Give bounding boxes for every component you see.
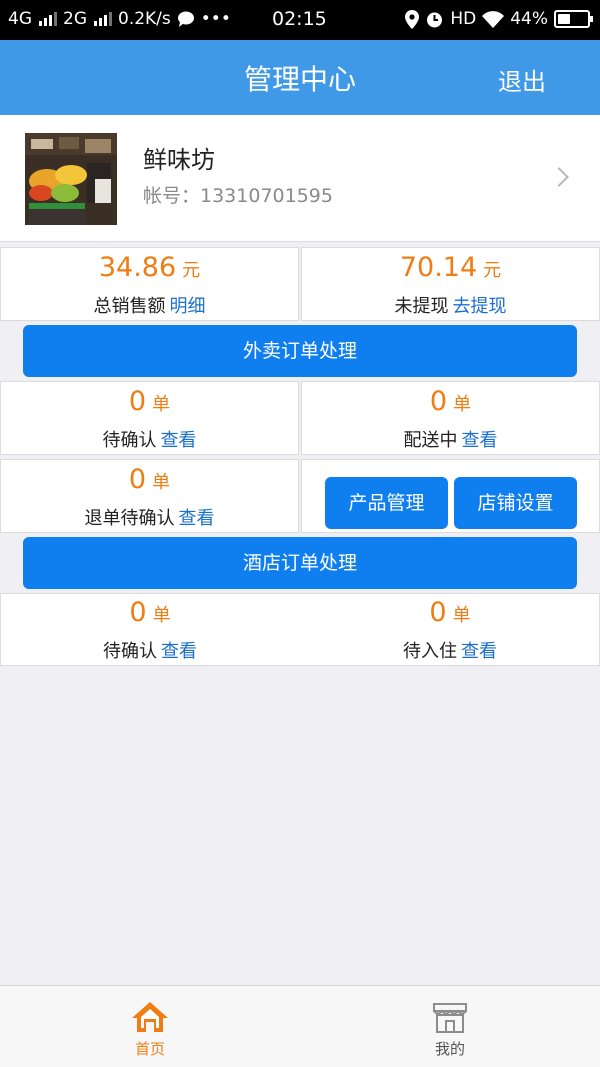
hotel-pending-checkin-label: 待入住 xyxy=(403,641,457,662)
hotel-pending-checkin-card: 0单 待入住 查看 xyxy=(300,593,600,666)
withdraw-link[interactable]: 去提现 xyxy=(453,296,507,317)
count-value: 0 xyxy=(129,597,147,628)
view-link[interactable]: 查看 xyxy=(179,508,215,529)
chat-bubble-icon xyxy=(177,11,194,27)
order-unit: 单 xyxy=(152,472,171,493)
view-link[interactable]: 查看 xyxy=(462,430,498,451)
signal-icon-2 xyxy=(94,12,112,26)
takeout-pending-confirm-count: 0单 xyxy=(1,386,298,417)
takeout-pending-confirm-label: 待确认 xyxy=(102,430,157,451)
hotel-orders-button[interactable]: 酒店订单处理 xyxy=(23,537,577,589)
network-label-2g: 2G xyxy=(63,9,87,29)
home-icon xyxy=(132,1002,168,1032)
takeout-pending-confirm-card: 0单 待确认 查看 xyxy=(0,381,299,455)
order-unit: 单 xyxy=(452,605,471,626)
pending-withdraw-label: 未提现 xyxy=(394,296,449,317)
takeout-delivering-label: 配送中 xyxy=(403,430,458,451)
label-row: 退单待确认 查看 xyxy=(1,504,298,530)
shop-settings-button[interactable]: 店铺设置 xyxy=(454,477,577,529)
total-sales-label-row: 总销售额 明细 xyxy=(1,292,298,318)
takeout-delivering-card: 0单 配送中 查看 xyxy=(301,381,600,455)
logout-button[interactable]: 退出 xyxy=(498,62,546,97)
label-row: 待入住 查看 xyxy=(300,637,600,663)
view-link[interactable]: 查看 xyxy=(461,641,497,662)
count-value: 0 xyxy=(128,464,147,495)
hotel-pending-checkin-count: 0单 xyxy=(300,597,600,628)
pending-withdraw-value: 70.14 xyxy=(399,252,478,283)
hd-indicator: HD xyxy=(450,9,477,29)
more-notifications: ••• xyxy=(200,9,231,29)
store-name: 鲜味坊 xyxy=(143,146,215,174)
total-sales-amount: 34.86 元 xyxy=(1,252,298,283)
sales-detail-link[interactable]: 明细 xyxy=(170,296,206,317)
count-value: 0 xyxy=(128,386,147,417)
tab-home-label: 首页 xyxy=(134,1040,165,1058)
wifi-icon xyxy=(482,10,505,28)
label-row: 配送中 查看 xyxy=(302,426,599,452)
product-management-button[interactable]: 产品管理 xyxy=(325,477,448,529)
label-row: 待确认 查看 xyxy=(0,637,300,663)
signal-icon xyxy=(39,12,57,26)
currency-unit: 元 xyxy=(483,260,502,281)
status-bar: 4G 2G 0.2K/s ••• 02:15 HD 44% xyxy=(0,0,600,40)
hotel-pending-confirm-label: 待确认 xyxy=(103,641,157,662)
battery-percent: 44% xyxy=(510,9,548,29)
total-sales-label: 总销售额 xyxy=(93,296,166,317)
takeout-refund-card: 0单 退单待确认 查看 xyxy=(0,459,299,533)
order-unit: 单 xyxy=(152,605,171,626)
takeout-refund-label: 退单待确认 xyxy=(84,508,175,529)
view-link[interactable]: 查看 xyxy=(161,430,197,451)
chevron-right-icon xyxy=(549,167,569,187)
app-header: 管理中心 退出 xyxy=(0,40,600,115)
battery-icon xyxy=(554,10,593,28)
clock: 02:15 xyxy=(272,8,327,30)
total-sales-value: 34.86 xyxy=(98,252,177,283)
pending-withdraw-label-row: 未提现 去提现 xyxy=(302,292,599,318)
tab-mine[interactable]: 我的 xyxy=(300,986,600,1067)
order-unit: 单 xyxy=(152,394,171,415)
takeout-orders-button[interactable]: 外卖订单处理 xyxy=(23,325,577,377)
count-value: 0 xyxy=(429,597,447,628)
total-sales-card: 34.86 元 总销售额 明细 xyxy=(0,247,299,321)
view-link[interactable]: 查看 xyxy=(161,641,197,662)
store-icon xyxy=(433,1003,467,1033)
hotel-pending-confirm-count: 0单 xyxy=(0,597,300,628)
bottom-tab-bar: 首页 我的 xyxy=(0,985,600,1067)
label-row: 待确认 查看 xyxy=(1,426,298,452)
count-value: 0 xyxy=(429,386,448,417)
pending-withdraw-amount: 70.14 元 xyxy=(302,252,599,283)
account-number: 帐号：13310701595 xyxy=(143,185,333,207)
store-avatar xyxy=(25,133,117,225)
net-speed: 0.2K/s xyxy=(118,9,171,29)
hotel-pending-confirm-card: 0单 待确认 查看 xyxy=(0,593,300,666)
currency-unit: 元 xyxy=(182,260,201,281)
pending-withdraw-card: 70.14 元 未提现 去提现 xyxy=(301,247,600,321)
takeout-delivering-count: 0单 xyxy=(302,386,599,417)
store-profile[interactable]: 鲜味坊 帐号：13310701595 xyxy=(0,115,600,242)
alarm-icon xyxy=(427,12,443,27)
tab-home[interactable]: 首页 xyxy=(0,986,300,1067)
network-label-4g: 4G xyxy=(8,9,32,29)
order-unit: 单 xyxy=(453,394,472,415)
location-icon xyxy=(405,9,420,29)
takeout-refund-count: 0单 xyxy=(1,464,298,495)
tab-mine-label: 我的 xyxy=(434,1040,465,1058)
